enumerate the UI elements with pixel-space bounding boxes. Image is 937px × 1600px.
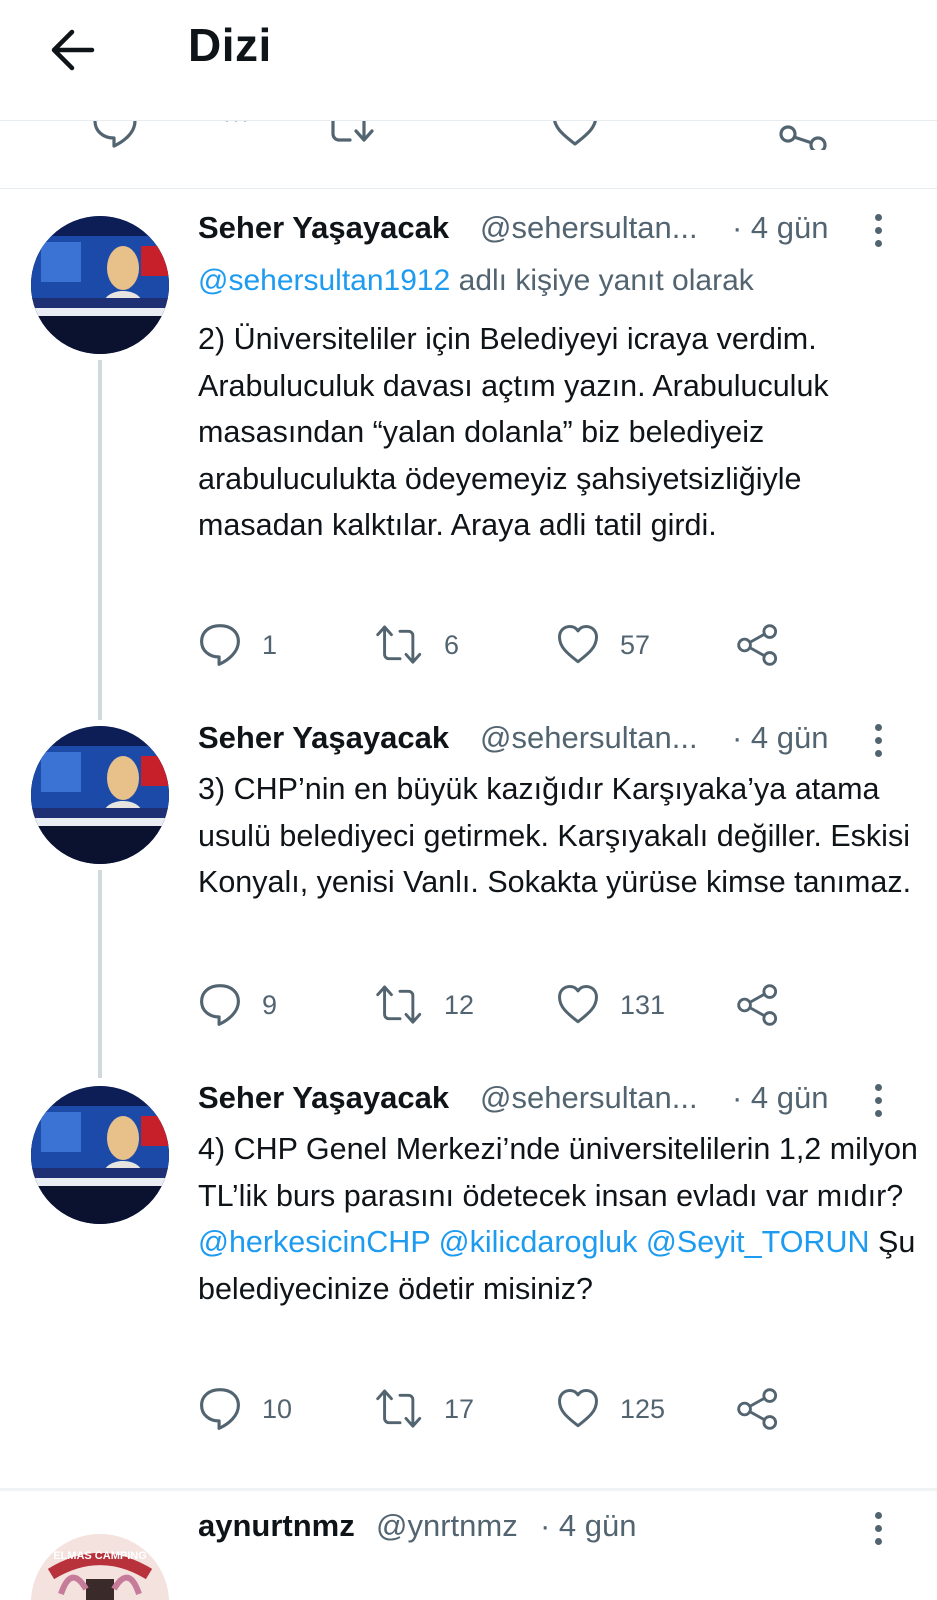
share-icon (737, 984, 778, 1026)
tweet-text: 3) CHP’nin en büyük kazığıdır Karşıyaka’… (198, 772, 912, 899)
tweet-time[interactable]: · 4 gün (732, 720, 829, 756)
reply-button[interactable]: 1 (198, 620, 277, 670)
tweet-text: 2) Üniversiteliler için Belediyeyi icray… (198, 322, 829, 542)
avatar[interactable] (31, 726, 169, 864)
mention-link[interactable]: @herkesicinCHP (198, 1225, 430, 1259)
heart-icon (558, 1389, 598, 1428)
share-button[interactable] (736, 620, 800, 670)
heart-icon (558, 625, 598, 664)
like-button[interactable]: 131 (556, 980, 665, 1030)
author-handle[interactable]: @sehersultan... (480, 210, 698, 246)
page-title: Dizi (188, 19, 272, 71)
author-handle[interactable]: @sehersultan... (480, 1080, 698, 1116)
tweet-time[interactable]: · 4 gün (732, 1080, 829, 1116)
retweet-icon[interactable] (322, 120, 378, 150)
like-count: 131 (620, 989, 666, 1020)
tweet-time[interactable]: · 4 gün (540, 1508, 637, 1544)
reply-context-label: adlı kişiye yanıt olarak (450, 264, 754, 297)
author-handle[interactable]: @ynrtnmz (376, 1508, 518, 1544)
share-icon (737, 1388, 778, 1430)
mention-link[interactable]: @Seyit_TORUN (646, 1225, 870, 1259)
tweet-actions: 10 17 125 (198, 1384, 898, 1434)
retweet-count: 12 (444, 989, 475, 1020)
share-icon[interactable] (778, 120, 830, 150)
author-name[interactable]: Seher Yaşayacak (198, 210, 449, 246)
share-button[interactable] (736, 980, 800, 1030)
reply-icon (200, 1388, 240, 1430)
avatar-logo-text: ELMAS CAMPING (53, 1550, 147, 1562)
avatar[interactable] (31, 216, 169, 354)
like-count: 125 (620, 1393, 666, 1424)
top-bar: Dizi (0, 0, 937, 121)
more-options-icon[interactable] (870, 1084, 886, 1124)
reply-count: 9 (262, 989, 278, 1020)
reply-count: 1 (262, 629, 278, 660)
retweet-icon (376, 985, 422, 1024)
share-button[interactable] (736, 1384, 800, 1434)
reply-context: @sehersultan1912 adlı kişiye yanıt olara… (198, 264, 754, 298)
reply-button[interactable]: 10 (198, 1384, 292, 1434)
heart-icon[interactable] (550, 120, 600, 150)
retweet-icon (376, 625, 422, 664)
section-divider (0, 1488, 937, 1491)
avatar-image (31, 726, 169, 864)
tweet-text: 4) CHP Genel Merkezi’nde üniversiteliler… (198, 1126, 918, 1312)
share-icon (737, 624, 778, 666)
like-button[interactable]: 57 (556, 620, 650, 670)
back-button[interactable] (44, 22, 104, 78)
author-name[interactable]: Seher Yaşayacak (198, 1080, 449, 1116)
avatar-image (31, 216, 169, 354)
reply-icon (200, 984, 240, 1026)
reply-button[interactable]: 9 (198, 980, 277, 1030)
retweet-button[interactable]: 12 (376, 980, 474, 1030)
reply-count: 10 (262, 1393, 293, 1424)
tweet-text-segment: 4) CHP Genel Merkezi’nde üniversiteliler… (198, 1132, 918, 1213)
tweet-text-segment (430, 1225, 438, 1259)
author-handle[interactable]: @sehersultan... (480, 720, 698, 756)
tweet-time[interactable]: · 4 gün (732, 210, 829, 246)
tweet[interactable]: Seher Yaşayacak @sehersultan... · 4 gün … (0, 188, 937, 718)
author-name[interactable]: Seher Yaşayacak (198, 720, 449, 756)
retweet-count: 17 (444, 1393, 475, 1424)
heart-icon (558, 985, 598, 1024)
retweet-button[interactable]: 6 (376, 620, 459, 670)
avatar[interactable] (31, 1086, 169, 1224)
tweet-text-segment (637, 1225, 645, 1259)
avatar-image (31, 1534, 169, 1600)
retweet-button[interactable]: 17 (376, 1384, 474, 1434)
previous-tweet-actions (0, 120, 937, 189)
like-count: 57 (620, 629, 651, 660)
reply-icon (200, 624, 240, 666)
tweet[interactable]: Seher Yaşayacak @sehersultan... · 4 gün … (0, 1078, 937, 1498)
more-options-icon[interactable] (870, 1512, 886, 1552)
avatar-image (31, 1086, 169, 1224)
retweet-count: 6 (444, 629, 460, 660)
tweet-actions: 9 12 131 (198, 980, 898, 1030)
reply-icon[interactable] (92, 120, 138, 150)
tweet-actions: 1 6 57 (198, 620, 898, 670)
mention-link[interactable]: @kilicdarogluk (439, 1225, 638, 1259)
avatar[interactable]: ELMAS CAMPING (31, 1534, 169, 1600)
tweet[interactable]: ELMAS CAMPING aynurtnmz @ynrtnmz · 4 gün (0, 1492, 937, 1600)
retweet-icon (376, 1389, 422, 1428)
tweet[interactable]: Seher Yaşayacak @sehersultan... · 4 gün … (0, 718, 937, 1078)
reply-mention-link[interactable]: @sehersultan1912 (198, 264, 450, 297)
arrow-left-icon (51, 29, 95, 71)
like-button[interactable]: 125 (556, 1384, 665, 1434)
more-options-icon[interactable] (870, 724, 886, 764)
more-options-icon[interactable] (870, 214, 886, 254)
author-name[interactable]: aynurtnmz (198, 1508, 355, 1544)
